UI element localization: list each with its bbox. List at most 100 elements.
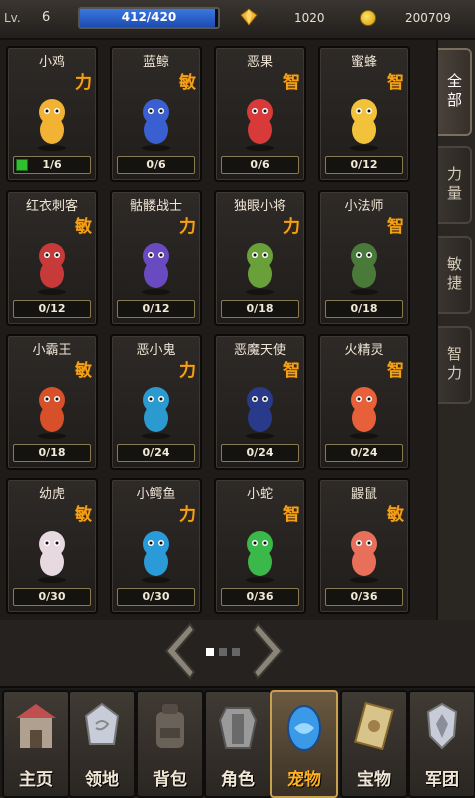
pet-progress-text: 0/12 — [38, 302, 66, 315]
pet-portrait-icon — [142, 531, 170, 583]
previous-page-arrow-icon[interactable] — [160, 622, 196, 680]
nav-button[interactable]: 军团 — [408, 690, 475, 798]
pet-card[interactable]: 鼹鼠敏 0/36 — [318, 478, 410, 614]
nav-button[interactable]: 背包 — [136, 690, 204, 798]
pet-shard-progress: 0/30 — [13, 588, 91, 606]
nav-label: 领地 — [85, 770, 119, 790]
pet-card[interactable]: 恶小鬼力 0/24 — [110, 334, 202, 470]
pet-portrait-icon — [142, 99, 170, 151]
pet-portrait-icon — [38, 243, 66, 295]
pet-shard-progress: 0/18 — [13, 444, 91, 462]
pet-attribute-type: 力 — [179, 361, 196, 381]
nav-button[interactable]: 主页 — [2, 690, 70, 798]
pet-shard-progress: 0/24 — [325, 444, 403, 462]
pet-card[interactable]: 小鳄鱼力 0/30 — [110, 478, 202, 614]
pet-progress-text: 0/30 — [142, 590, 170, 603]
pet-card[interactable]: 蜜蜂智 0/12 — [318, 46, 410, 182]
pet-portrait-icon — [38, 531, 66, 583]
pet-card[interactable]: 独眼小将力 0/18 — [214, 190, 306, 326]
pet-card[interactable]: 小法师智 0/18 — [318, 190, 410, 326]
tab-label: 智力 — [445, 346, 463, 384]
pet-portrait-icon — [246, 243, 274, 295]
pet-progress-text: 0/12 — [350, 158, 378, 171]
pet-card[interactable]: 恶魔天使智 0/24 — [214, 334, 306, 470]
pet-portrait-icon — [246, 387, 274, 439]
nav-label: 角色 — [221, 770, 255, 790]
nav-button[interactable]: 角色 — [204, 690, 272, 798]
pet-shard-progress: 0/6 — [221, 156, 299, 174]
pet-card[interactable]: 小霸王敏 0/18 — [6, 334, 98, 470]
nav-label: 军团 — [425, 770, 459, 790]
pet-card[interactable]: 恶果智 0/6 — [214, 46, 306, 182]
pet-progress-text: 0/6 — [146, 158, 166, 171]
pet-shard-progress: 1/6 — [13, 156, 91, 174]
page-dot-active — [206, 648, 214, 656]
pet-portrait-icon — [350, 531, 378, 583]
pet-shard-progress: 0/24 — [221, 444, 299, 462]
pet-attribute-type: 智 — [283, 505, 300, 525]
coin-icon — [360, 10, 376, 26]
pager — [0, 620, 475, 686]
gems-count: 1020 — [294, 11, 325, 25]
tab-strength[interactable]: 力量 — [438, 146, 472, 224]
pet-shard-progress: 0/12 — [325, 156, 403, 174]
pet-progress-text: 0/24 — [246, 446, 274, 459]
tab-label: 全部 — [445, 73, 463, 111]
pet-card[interactable]: 小蛇智 0/36 — [214, 478, 306, 614]
level-value: 6 — [42, 10, 51, 25]
pet-card[interactable]: 火精灵智 0/24 — [318, 334, 410, 470]
pet-progress-text: 0/30 — [38, 590, 66, 603]
pet-attribute-type: 敏 — [387, 505, 404, 525]
pet-portrait-icon — [350, 99, 378, 151]
pet-shard-progress: 0/36 — [325, 588, 403, 606]
pet-grid-panel: 小鸡力 1/6 蓝鲸敏 0/6 恶果智 0/6 蜜蜂智 0/12 红衣刺客敏 0/12 骷髅战士力 0… — [0, 40, 438, 620]
level-label: Lv. — [4, 11, 21, 25]
emblem-icon — [426, 702, 458, 750]
pet-attribute-type: 智 — [387, 217, 404, 237]
nav-label: 宠物 — [287, 770, 321, 790]
shop-icon — [16, 704, 56, 748]
top-status-bar: Lv. 6 412/420 1020 200709 — [0, 0, 475, 40]
pet-progress-text: 1/6 — [42, 158, 62, 171]
stone-icon — [84, 702, 120, 745]
pet-card[interactable]: 蓝鲸敏 0/6 — [110, 46, 202, 182]
pet-progress-text: 0/18 — [350, 302, 378, 315]
pet-progress-text: 0/24 — [350, 446, 378, 459]
experience-bar: 412/420 — [78, 7, 220, 29]
pet-shard-progress: 0/18 — [325, 300, 403, 318]
pet-attribute-type: 敏 — [179, 73, 196, 93]
tab-all[interactable]: 全部 — [438, 48, 472, 136]
experience-text: 412/420 — [121, 10, 177, 24]
pet-portrait-icon — [142, 243, 170, 295]
pet-shard-progress: 0/6 — [117, 156, 195, 174]
pet-portrait-icon — [350, 243, 378, 295]
pet-card[interactable]: 骷髅战士力 0/12 — [110, 190, 202, 326]
pet-shard-progress: 0/36 — [221, 588, 299, 606]
nav-label: 主页 — [19, 770, 53, 790]
nav-button[interactable]: 领地 — [68, 690, 136, 798]
pet-portrait-icon — [38, 387, 66, 439]
nav-button[interactable]: 宠物 — [270, 690, 338, 798]
pet-attribute-type: 智 — [387, 73, 404, 93]
pet-card[interactable]: 红衣刺客敏 0/12 — [6, 190, 98, 326]
armor-icon — [218, 707, 258, 749]
page-dot — [219, 648, 227, 656]
pet-shard-progress: 0/12 — [13, 300, 91, 318]
pet-portrait-icon — [350, 387, 378, 439]
pet-progress-text: 0/36 — [350, 590, 378, 603]
next-page-arrow-icon[interactable] — [252, 622, 288, 680]
tab-intelligence[interactable]: 智力 — [438, 326, 472, 404]
pet-card[interactable]: 幼虎敏 0/30 — [6, 478, 98, 614]
pet-portrait-icon — [246, 531, 274, 583]
pet-progress-text: 0/24 — [142, 446, 170, 459]
pet-progress-text: 0/12 — [142, 302, 170, 315]
coins-count: 200709 — [405, 11, 451, 25]
pet-card[interactable]: 小鸡力 1/6 — [6, 46, 98, 182]
nav-button[interactable]: 宝物 — [340, 690, 408, 798]
tab-agility[interactable]: 敏捷 — [438, 236, 472, 314]
nav-label: 宝物 — [357, 770, 391, 790]
pet-portrait-icon — [142, 387, 170, 439]
backpack-icon — [156, 704, 184, 748]
pet-shard-progress: 0/30 — [117, 588, 195, 606]
pet-attribute-type: 力 — [179, 217, 196, 237]
